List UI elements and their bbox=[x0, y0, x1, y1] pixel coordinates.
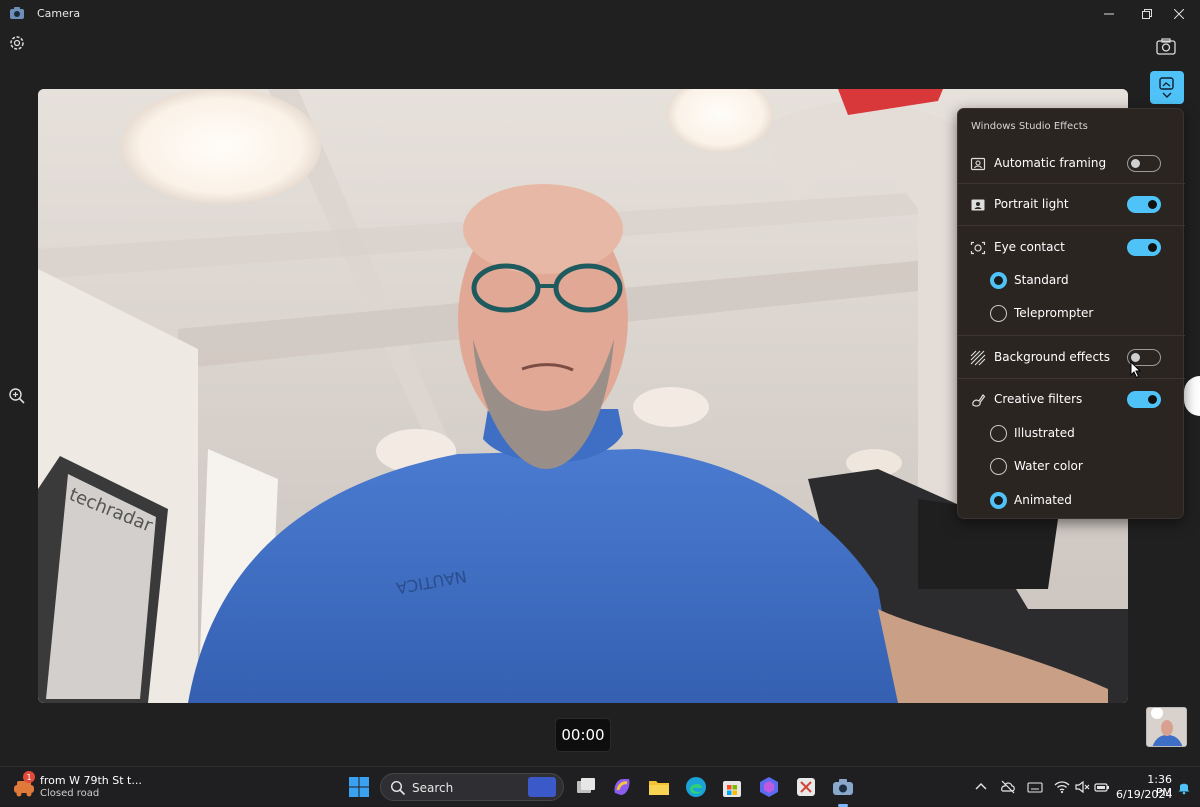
eye-contact-option-teleprompter[interactable]: Teleprompter bbox=[958, 297, 1185, 329]
title-bar: Camera bbox=[0, 0, 1200, 28]
thumbnail-image bbox=[1147, 708, 1186, 746]
animated-radio[interactable] bbox=[990, 492, 1007, 509]
teleprompter-radio[interactable] bbox=[990, 305, 1007, 322]
studio-effects-button[interactable] bbox=[1150, 71, 1184, 104]
wifi-icon[interactable] bbox=[1054, 779, 1070, 795]
window-title: Camera bbox=[37, 7, 81, 20]
edge-browser-icon[interactable] bbox=[684, 775, 708, 799]
minimize-button[interactable] bbox=[1088, 0, 1130, 28]
snipping-tool-icon[interactable] bbox=[794, 775, 818, 799]
minimize-icon bbox=[1104, 13, 1114, 15]
copilot-app-icon[interactable] bbox=[757, 775, 781, 799]
water-color-radio[interactable] bbox=[990, 458, 1007, 475]
eye-contact-icon bbox=[970, 241, 986, 255]
divider bbox=[958, 335, 1185, 336]
automatic-framing-icon bbox=[970, 157, 986, 171]
keyboard-icon[interactable] bbox=[1027, 779, 1043, 795]
eye-contact-label: Eye contact bbox=[994, 240, 1065, 254]
portrait-light-label: Portrait light bbox=[994, 197, 1069, 211]
taskbar: 1 from W 79th St t... Closed road Search bbox=[0, 766, 1200, 807]
divider bbox=[958, 183, 1185, 184]
divider bbox=[958, 225, 1185, 226]
creative-filters-row: Creative filters bbox=[958, 383, 1185, 417]
animated-label: Animated bbox=[1014, 493, 1072, 507]
standard-radio[interactable] bbox=[990, 272, 1007, 289]
creative-filters-icon bbox=[972, 394, 986, 407]
creative-filters-label: Creative filters bbox=[994, 392, 1083, 406]
settings-gear-icon[interactable] bbox=[7, 33, 27, 53]
volume-muted-icon[interactable] bbox=[1074, 779, 1090, 795]
studio-effects-panel: Windows Studio Effects Automatic framing… bbox=[957, 108, 1185, 519]
mouse-pointer-icon bbox=[1130, 361, 1142, 379]
water-color-label: Water color bbox=[1014, 459, 1083, 473]
divider bbox=[958, 378, 1185, 379]
camera-taskbar-icon[interactable] bbox=[831, 775, 855, 799]
cloud-sync-off-icon[interactable] bbox=[1000, 779, 1016, 795]
eye-contact-option-standard[interactable]: Standard bbox=[958, 264, 1185, 296]
notification-count-badge: 1 bbox=[23, 771, 35, 783]
copilot-icon[interactable] bbox=[610, 775, 634, 799]
illustrated-label: Illustrated bbox=[1014, 426, 1075, 440]
recording-timer: 00:00 bbox=[555, 718, 611, 752]
portrait-light-row: Portrait light bbox=[958, 188, 1185, 222]
widget-subtext[interactable]: Closed road bbox=[40, 788, 99, 799]
chevron-up-icon[interactable] bbox=[973, 779, 989, 795]
background-effects-icon bbox=[970, 350, 986, 366]
battery-icon[interactable] bbox=[1094, 779, 1110, 795]
portrait-light-toggle[interactable] bbox=[1127, 196, 1161, 213]
widget-headline[interactable]: from W 79th St t... bbox=[40, 774, 142, 787]
automatic-framing-toggle[interactable] bbox=[1127, 155, 1161, 172]
switch-camera-icon[interactable] bbox=[1156, 38, 1176, 56]
background-effects-label: Background effects bbox=[994, 350, 1110, 364]
side-edge-handle bbox=[1184, 376, 1200, 416]
creative-filter-option-water-color[interactable]: Water color bbox=[958, 450, 1185, 482]
eye-contact-row: Eye contact bbox=[958, 231, 1185, 265]
creative-filter-option-animated[interactable]: Animated bbox=[958, 484, 1185, 516]
search-highlight-icon bbox=[528, 777, 556, 797]
automatic-framing-row: Automatic framing bbox=[958, 147, 1185, 181]
close-button[interactable] bbox=[1158, 0, 1200, 28]
taskbar-search-box[interactable]: Search bbox=[380, 773, 564, 801]
creative-filters-toggle[interactable] bbox=[1127, 391, 1161, 408]
clock-date[interactable]: 6/19/2024 bbox=[1116, 788, 1172, 801]
restore-icon bbox=[1142, 9, 1152, 19]
last-capture-thumbnail[interactable] bbox=[1146, 707, 1187, 747]
automatic-framing-label: Automatic framing bbox=[994, 156, 1107, 170]
creative-filter-option-illustrated[interactable]: Illustrated bbox=[958, 417, 1185, 449]
search-icon bbox=[390, 780, 406, 796]
camera-app-window: Camera techradar NAUTICA 00:00 Windows S… bbox=[0, 0, 1200, 766]
close-icon bbox=[1174, 9, 1184, 19]
windows-start-icon[interactable] bbox=[347, 775, 371, 799]
microsoft-store-icon[interactable] bbox=[720, 775, 744, 799]
search-label: Search bbox=[412, 781, 454, 795]
teleprompter-label: Teleprompter bbox=[1014, 306, 1094, 320]
standard-label: Standard bbox=[1014, 273, 1069, 287]
camera-app-icon bbox=[10, 7, 24, 19]
task-view-icon[interactable] bbox=[574, 775, 598, 799]
zoom-icon[interactable] bbox=[8, 387, 26, 405]
notification-bell-icon[interactable] bbox=[1176, 779, 1192, 795]
eye-contact-toggle[interactable] bbox=[1127, 239, 1161, 256]
studio-effects-icon bbox=[1159, 77, 1174, 98]
portrait-light-icon bbox=[971, 199, 985, 211]
background-effects-row: Background effects bbox=[958, 341, 1185, 375]
illustrated-radio[interactable] bbox=[990, 425, 1007, 442]
panel-title: Windows Studio Effects bbox=[971, 121, 1088, 132]
file-explorer-icon[interactable] bbox=[647, 775, 671, 799]
